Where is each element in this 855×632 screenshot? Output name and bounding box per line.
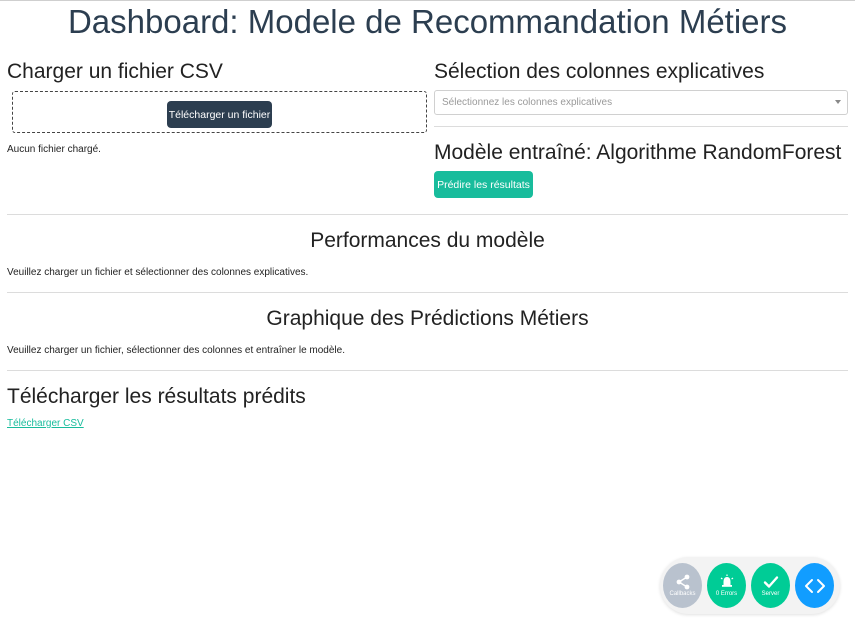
- share-icon: [676, 574, 689, 590]
- errors-label: 0 Errors: [715, 591, 738, 597]
- performance-message: Veuillez charger un fichier et sélection…: [7, 267, 309, 278]
- graph-heading: Graphique des Prédictions Métiers: [266, 307, 589, 330]
- top-border: [0, 0, 855, 1]
- performance-heading: Performances du modèle: [310, 229, 545, 252]
- upload-heading: Charger un fichier CSV: [7, 60, 223, 83]
- download-heading: Télécharger les résultats prédits: [7, 385, 306, 408]
- chevron-down-icon[interactable]: [835, 100, 841, 104]
- callbacks-label: Callbacks: [669, 591, 696, 597]
- predict-button[interactable]: Prédire les résultats: [434, 171, 533, 198]
- columns-heading: Sélection des colonnes explicatives: [434, 60, 765, 83]
- upload-status: Aucun fichier chargé.: [7, 144, 101, 155]
- model-heading: Modèle entraîné: Algorithme RandomForest: [434, 141, 842, 164]
- columns-dropdown[interactable]: Sélectionnez les colonnes explicatives: [434, 90, 848, 115]
- divider: [7, 292, 848, 293]
- columns-dropdown-placeholder: Sélectionnez les colonnes explicatives: [442, 97, 613, 108]
- divider: [7, 214, 848, 215]
- bell-alert-icon: [720, 574, 733, 587]
- server-button[interactable]: Server: [751, 563, 790, 608]
- upload-file-button[interactable]: Télécharger un fichier: [167, 101, 272, 128]
- code-brackets-icon: [804, 578, 825, 593]
- callbacks-button[interactable]: Callbacks: [663, 563, 702, 608]
- server-label: Server: [761, 591, 780, 597]
- page-title: Dashboard: Modele de Recommandation Méti…: [67, 3, 788, 40]
- toggle-debug-button[interactable]: [795, 563, 834, 608]
- errors-button[interactable]: 0 Errors: [707, 563, 746, 608]
- graph-message: Veuillez charger un fichier, sélectionne…: [7, 345, 345, 356]
- download-csv-link[interactable]: Télécharger CSV: [7, 418, 84, 429]
- check-icon: [763, 576, 778, 588]
- divider: [7, 370, 848, 371]
- divider: [434, 126, 848, 127]
